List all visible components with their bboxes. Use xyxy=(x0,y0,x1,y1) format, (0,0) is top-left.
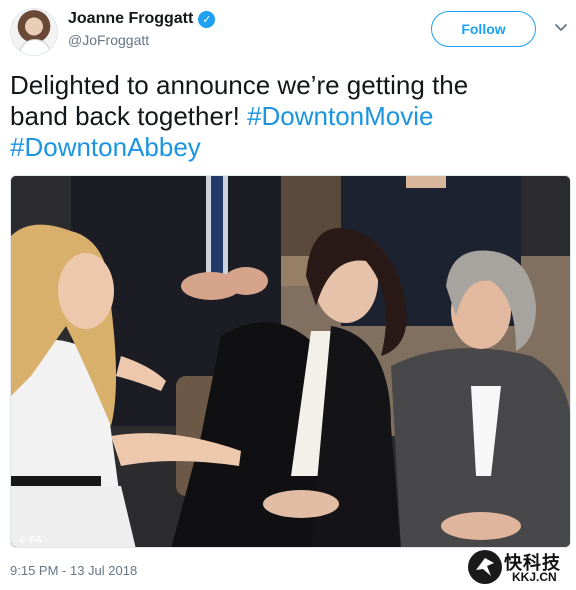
tweet-text: Delighted to announce we’re getting the … xyxy=(10,70,566,163)
tweet-timestamp[interactable]: 9:15 PM - 13 Jul 2018 xyxy=(10,563,137,578)
hashtag-downton-abbey[interactable]: #DowntonAbbey xyxy=(10,132,566,163)
chevron-down-icon[interactable] xyxy=(553,20,569,36)
photo-credit: © PA xyxy=(19,535,43,546)
author-display-name[interactable]: Joanne Froggatt xyxy=(68,10,193,28)
author-block: Joanne Froggatt ✓ @JoFroggatt xyxy=(68,10,216,48)
tweet-text-line-1: Delighted to announce we’re getting the xyxy=(10,70,469,100)
avatar[interactable] xyxy=(10,8,58,56)
hashtag-downton-movie[interactable]: #DowntonMovie xyxy=(247,101,433,131)
tweet-photo[interactable]: © PA xyxy=(10,175,571,548)
follow-button[interactable]: Follow xyxy=(431,11,536,47)
site-watermark: 快科技 KKJ.CN xyxy=(468,548,568,588)
author-handle[interactable]: @JoFroggatt xyxy=(68,32,215,48)
watermark-domain: KKJ.CN xyxy=(512,570,557,584)
photo-illustration xyxy=(11,176,570,547)
tweet-text-line-2: band back together! #DowntonMovie xyxy=(10,101,566,132)
watermark-logo-icon xyxy=(468,550,502,584)
tweet-header: Joanne Froggatt ✓ @JoFroggatt Follow xyxy=(10,8,569,56)
tweet-text-plain: band back together! xyxy=(10,101,248,131)
verified-badge-icon: ✓ xyxy=(198,10,216,28)
